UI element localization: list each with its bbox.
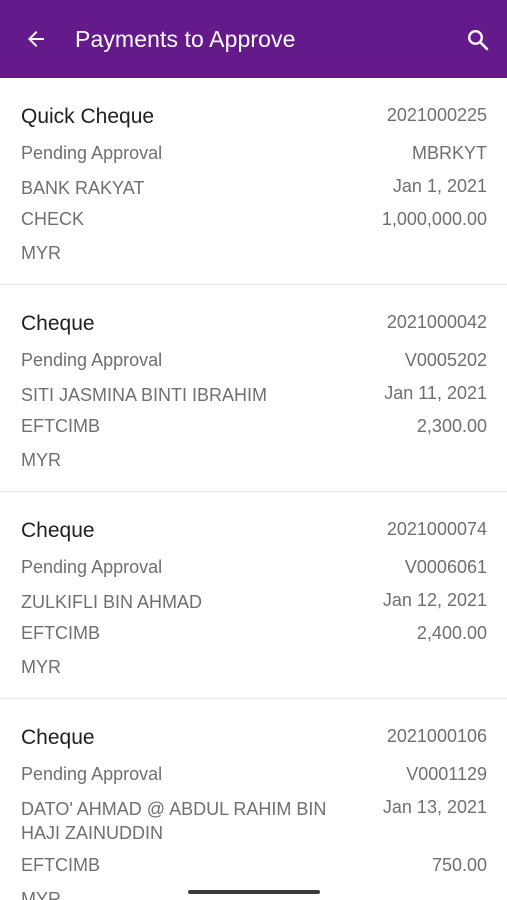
payee-code: V0001129 [406, 764, 487, 784]
payment-type: Quick Cheque [21, 105, 155, 128]
payment-method: EFTCIMB [21, 623, 100, 643]
page-title: Payments to Approve [75, 25, 296, 52]
payment-number: 2021000106 [386, 726, 487, 746]
payee-code: MBRKYT [411, 143, 487, 163]
payment-currency: MYR [21, 889, 61, 900]
payment-date: Jan 1, 2021 [392, 176, 487, 196]
payment-date: Jan 12, 2021 [382, 590, 487, 610]
payment-date: Jan 11, 2021 [384, 383, 487, 403]
payments-list[interactable]: Quick Cheque 2021000225 Pending Approval… [0, 78, 507, 900]
payment-date: Jan 13, 2021 [382, 797, 487, 817]
payment-number: 2021000225 [386, 105, 487, 125]
payment-amount: 1,000,000.00 [381, 209, 487, 229]
payment-status: Pending Approval [21, 143, 163, 163]
payment-method: EFTCIMB [21, 416, 100, 436]
payment-number: 2021000042 [386, 312, 487, 332]
payee-code: V0006061 [404, 557, 487, 577]
payment-type: Cheque [21, 519, 95, 542]
payee-name: ZULKIFLI BIN AHMAD [21, 592, 203, 612]
search-icon [467, 29, 489, 51]
payment-card[interactable]: Cheque 2021000106 Pending Approval V0001… [0, 699, 507, 900]
payment-method: EFTCIMB [21, 855, 100, 875]
payment-currency: MYR [21, 243, 61, 263]
payment-currency: MYR [21, 657, 61, 677]
payee-name: DATO' AHMAD @ ABDUL RAHIM BIN HAJI ZAINU… [21, 799, 327, 843]
payment-amount: 2,400.00 [416, 623, 487, 643]
payment-currency: MYR [21, 450, 61, 470]
payment-status: Pending Approval [21, 764, 163, 784]
payment-status: Pending Approval [21, 557, 163, 577]
payment-status: Pending Approval [21, 350, 163, 370]
app-bar: Payments to Approve [0, 0, 507, 78]
gesture-nav-handle[interactable] [188, 890, 320, 894]
payment-amount: 2,300.00 [416, 416, 487, 436]
payment-card[interactable]: Quick Cheque 2021000225 Pending Approval… [0, 78, 507, 285]
payment-number: 2021000074 [386, 519, 487, 539]
payee-name: BANK RAKYAT [21, 178, 145, 198]
arrow-left-icon [28, 31, 44, 47]
payment-card[interactable]: Cheque 2021000074 Pending Approval V0006… [0, 492, 507, 699]
search-button[interactable] [465, 27, 491, 53]
payment-method: CHECK [21, 209, 85, 229]
back-button[interactable] [21, 24, 51, 54]
payment-type: Cheque [21, 726, 95, 749]
payment-amount: 750.00 [431, 855, 487, 875]
payee-code: V0005202 [404, 350, 487, 370]
payment-type: Cheque [21, 312, 95, 335]
payee-name: SITI JASMINA BINTI IBRAHIM [21, 385, 268, 405]
payment-card[interactable]: Cheque 2021000042 Pending Approval V0005… [0, 285, 507, 492]
